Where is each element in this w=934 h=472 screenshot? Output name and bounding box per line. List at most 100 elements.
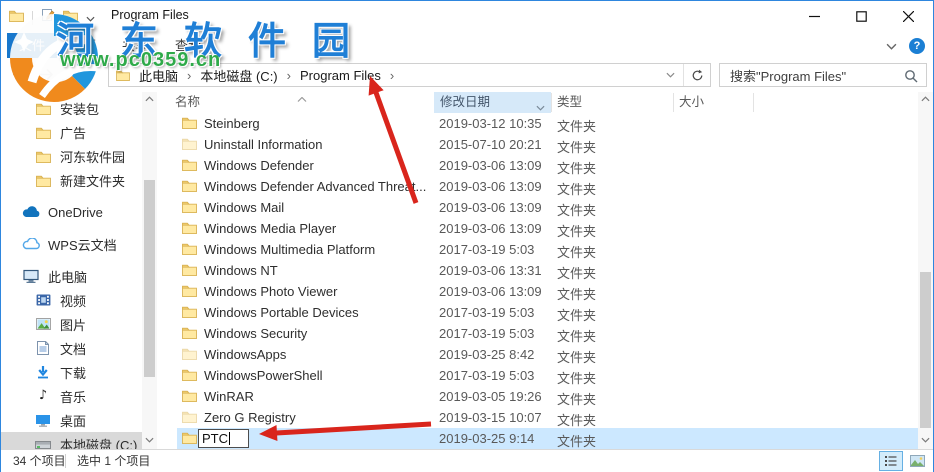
- tab-view[interactable]: 查看: [162, 33, 214, 58]
- table-row[interactable]: Zero G Registry 2019-03-15 10:07 文件夹: [167, 407, 933, 428]
- file-type: 文件夹: [557, 182, 597, 197]
- address-bar[interactable]: 此电脑 › 本地磁盘 (C:) › Program Files ›: [108, 63, 711, 87]
- properties-icon[interactable]: [41, 8, 55, 27]
- table-row[interactable]: Windows Security 2017-03-19 5:03 文件夹: [167, 323, 933, 344]
- sidebar-item[interactable]: 下载: [1, 360, 142, 384]
- sidebar-item-label: 下载: [60, 365, 87, 381]
- table-row[interactable]: Windows Defender 2019-03-06 13:09 文件夹: [167, 155, 933, 176]
- scroll-down-icon[interactable]: [918, 433, 933, 447]
- file-name: Windows Security: [204, 326, 308, 341]
- search-input[interactable]: [728, 66, 900, 86]
- expand-ribbon-chevron-icon[interactable]: [886, 37, 897, 55]
- table-row[interactable]: PTC 2019-03-25 9:14 文件夹: [167, 428, 933, 449]
- breadcrumb-separator-icon[interactable]: ›: [280, 68, 298, 83]
- recent-locations-chevron-icon[interactable]: [61, 71, 70, 89]
- sidebar-item-label: OneDrive: [48, 204, 103, 220]
- table-row[interactable]: Windows NT 2019-03-06 13:31 文件夹: [167, 260, 933, 281]
- table-row[interactable]: Windows Defender Advanced Threat... 2019-…: [167, 176, 933, 197]
- folder-icon: [182, 326, 197, 342]
- table-row[interactable]: Steinberg 2019-03-12 10:35 文件夹: [167, 113, 933, 134]
- file-date: 2017-03-19 5:03: [439, 242, 535, 257]
- sidebar-item[interactable]: 桌面: [1, 408, 142, 432]
- file-date: 2019-03-06 13:31: [439, 263, 542, 278]
- refresh-icon[interactable]: [684, 69, 710, 82]
- up-icon[interactable]: [81, 66, 96, 88]
- qat-customize-chevron-icon[interactable]: [86, 9, 95, 27]
- tab-home[interactable]: 主页: [57, 33, 109, 58]
- folder-icon[interactable]: [9, 9, 24, 27]
- scroll-up-icon[interactable]: [142, 92, 157, 106]
- column-header-size[interactable]: 大小: [679, 92, 704, 113]
- details-view-button[interactable]: [879, 451, 903, 471]
- column-header-date[interactable]: 修改日期: [434, 92, 551, 113]
- quick-access-toolbar: [9, 8, 95, 27]
- sidebar-item-label: 河东软件园: [60, 149, 126, 165]
- table-row[interactable]: Uninstall Information 2015-07-10 20:21 文件夹: [167, 134, 933, 155]
- ribbon-tabs: 文件 主页 共享 查看 ?: [1, 31, 933, 59]
- search-icon[interactable]: [904, 69, 918, 88]
- file-type: 文件夹: [557, 119, 597, 134]
- folder-icon: [182, 431, 197, 447]
- sidebar-item[interactable]: 图片: [1, 312, 142, 336]
- sidebar-item[interactable]: 文档: [1, 336, 142, 360]
- sidebar-item[interactable]: 河东软件园: [1, 144, 142, 168]
- table-row[interactable]: Windows Media Player 2019-03-06 13:09 文件夹: [167, 218, 933, 239]
- table-row[interactable]: Windows Mail 2019-03-06 13:09 文件夹: [167, 197, 933, 218]
- file-name: Zero G Registry: [204, 410, 296, 425]
- sidebar-item[interactable]: 新建文件夹: [1, 168, 142, 192]
- file-date: 2019-03-06 13:09: [439, 158, 542, 173]
- table-row[interactable]: WindowsPowerShell 2017-03-19 5:03 文件夹: [167, 365, 933, 386]
- sidebar-item[interactable]: WPS云文档: [1, 232, 142, 256]
- breadcrumb-item[interactable]: Program Files: [298, 68, 383, 83]
- help-button[interactable]: ?: [909, 38, 925, 54]
- file-name: Uninstall Information: [204, 137, 323, 152]
- filter-chevron-icon[interactable]: [536, 100, 545, 114]
- navigation-toolbar: 此电脑 › 本地磁盘 (C:) › Program Files ›: [1, 58, 933, 93]
- scrollbar-thumb[interactable]: [144, 180, 155, 377]
- sidebar-item-label: 此电脑: [48, 269, 88, 285]
- tab-share[interactable]: 共享: [109, 33, 161, 58]
- sidebar-scrollbar[interactable]: [142, 92, 157, 449]
- sidebar-item[interactable]: 视频: [1, 288, 142, 312]
- column-header-name[interactable]: 名称: [175, 92, 200, 113]
- minimize-button[interactable]: [791, 1, 838, 31]
- sidebar-item-label: 文档: [60, 341, 87, 357]
- thumbnail-view-button[interactable]: [905, 451, 929, 471]
- scrollbar-thumb[interactable]: [920, 272, 931, 428]
- rename-input[interactable]: PTC: [198, 429, 249, 448]
- file-date: 2017-03-19 5:03: [439, 305, 535, 320]
- sidebar-item[interactable]: 安装包: [1, 96, 142, 120]
- file-type: 文件夹: [557, 329, 597, 344]
- table-row[interactable]: Windows Portable Devices 2017-03-19 5:03 文…: [167, 302, 933, 323]
- new-folder-icon[interactable]: [63, 9, 78, 27]
- tab-file[interactable]: 文件: [7, 33, 57, 58]
- table-row[interactable]: WinRAR 2019-03-05 19:26 文件夹: [167, 386, 933, 407]
- close-button[interactable]: [885, 1, 932, 31]
- column-header-type[interactable]: 类型: [557, 92, 582, 113]
- forward-icon[interactable]: [37, 67, 55, 87]
- maximize-button[interactable]: [838, 1, 885, 31]
- table-row[interactable]: WindowsApps 2019-03-25 8:42 文件夹: [167, 344, 933, 365]
- file-name: Windows Portable Devices: [204, 305, 359, 320]
- sidebar-item[interactable]: 此电脑: [1, 264, 142, 288]
- breadcrumb-item[interactable]: 此电脑: [137, 66, 180, 85]
- breadcrumb-separator-icon[interactable]: ›: [180, 68, 198, 83]
- file-date: 2019-03-06 13:09: [439, 284, 542, 299]
- folder-icon: [182, 200, 197, 216]
- folder-icon: [182, 347, 197, 363]
- list-scrollbar[interactable]: [918, 92, 933, 449]
- file-name: Windows Defender: [204, 158, 314, 173]
- table-row[interactable]: Windows Photo Viewer 2019-03-06 13:09 文件夹: [167, 281, 933, 302]
- sidebar-item[interactable]: ♪ 音乐: [1, 384, 142, 408]
- sidebar-item[interactable]: 广告: [1, 120, 142, 144]
- breadcrumb-separator-icon[interactable]: ›: [383, 68, 401, 83]
- back-icon[interactable]: [11, 67, 29, 87]
- breadcrumb: 此电脑 › 本地磁盘 (C:) › Program Files ›: [137, 64, 401, 86]
- sidebar-item[interactable]: OneDrive: [1, 200, 142, 224]
- scroll-up-icon[interactable]: [918, 92, 933, 106]
- table-row[interactable]: Windows Multimedia Platform 2017-03-19 5:…: [167, 239, 933, 260]
- breadcrumb-item[interactable]: 本地磁盘 (C:): [198, 66, 279, 85]
- scroll-down-icon[interactable]: [142, 433, 157, 447]
- address-dropdown-chevron-icon[interactable]: [657, 72, 683, 78]
- file-name: Windows Photo Viewer: [204, 284, 338, 299]
